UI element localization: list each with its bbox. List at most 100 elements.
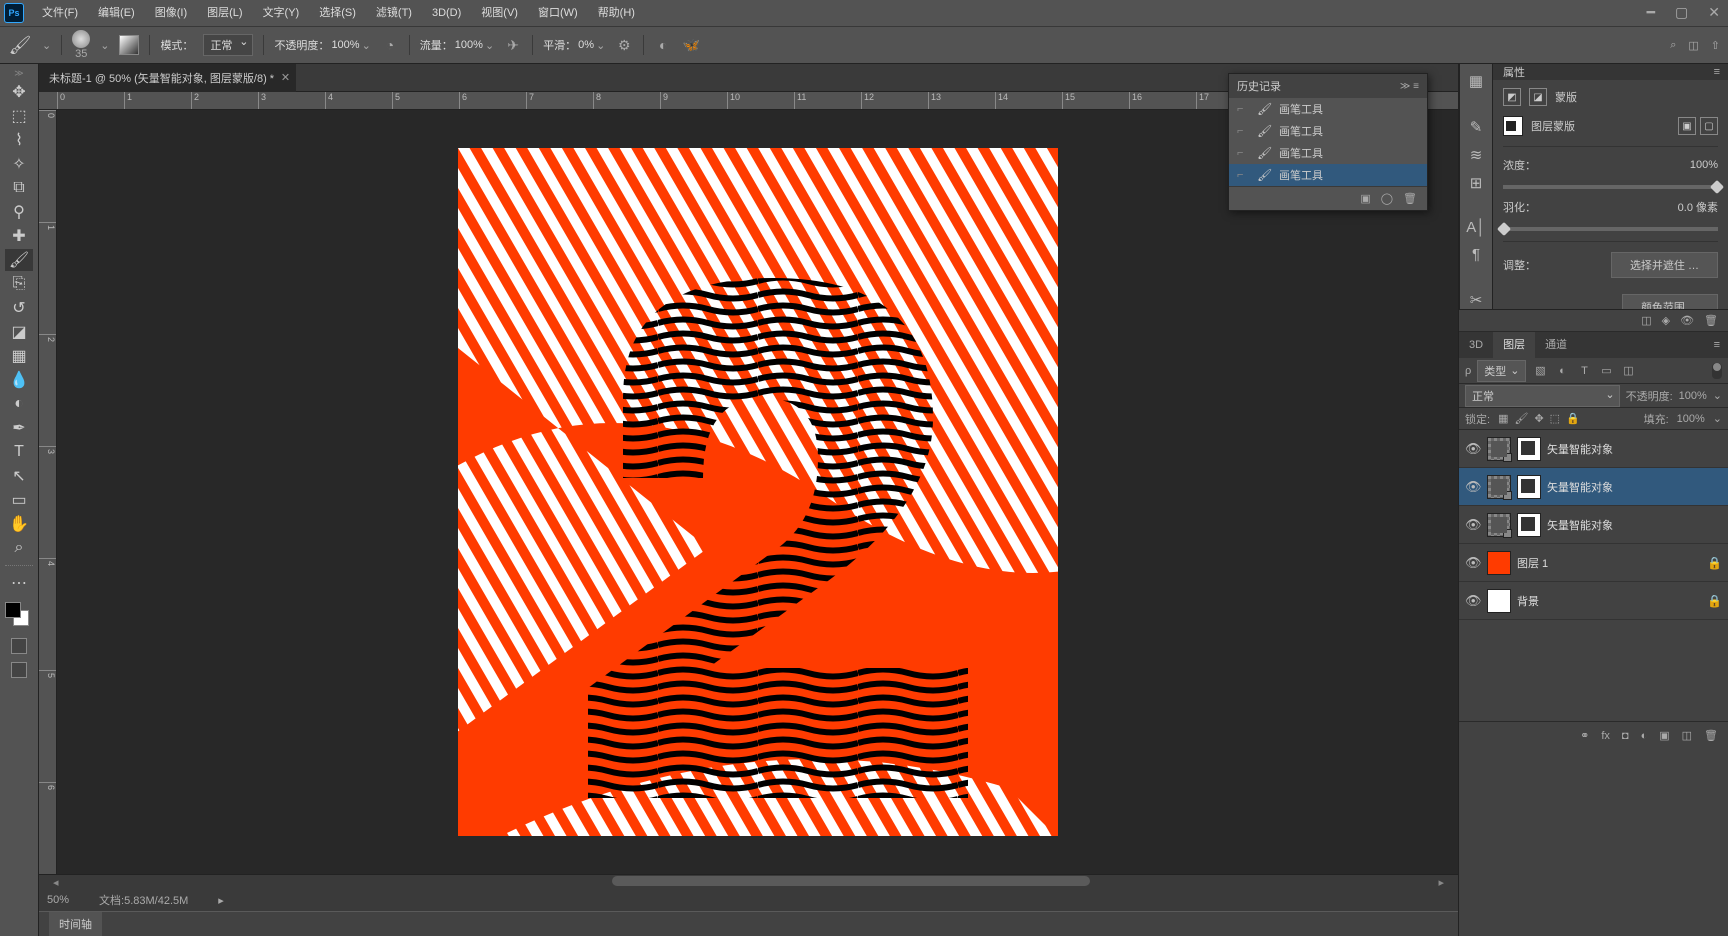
magic-wand-tool[interactable]: ✧ bbox=[5, 153, 33, 175]
dodge-tool[interactable]: ◐ bbox=[5, 393, 33, 415]
pixel-mask-icon[interactable]: ◩ bbox=[1503, 88, 1521, 106]
add-mask-icon[interactable]: ◘ bbox=[1622, 730, 1629, 742]
zoom-tool[interactable]: ⌕ bbox=[5, 537, 33, 559]
layer-name[interactable]: 矢量智能对象 bbox=[1547, 479, 1613, 495]
search-icon[interactable]: ⌕ bbox=[1670, 39, 1676, 52]
menu-item[interactable]: 图层(L) bbox=[197, 0, 252, 26]
layer-thumbnail[interactable] bbox=[1487, 589, 1511, 613]
screenmode-button[interactable] bbox=[11, 662, 27, 678]
healing-brush-tool[interactable]: ✚ bbox=[5, 225, 33, 247]
edit-toolbar-icon[interactable]: ⋯ bbox=[5, 572, 33, 594]
menu-item[interactable]: 文字(Y) bbox=[253, 0, 310, 26]
zoom-level[interactable]: 50% bbox=[47, 894, 69, 906]
select-and-mask-button[interactable]: 选择并遮住 … bbox=[1611, 252, 1718, 278]
layer-thumbnail[interactable] bbox=[1487, 437, 1511, 461]
feather-value[interactable]: 0.0 像素 bbox=[1678, 199, 1718, 215]
maximize-button[interactable]: ▢ bbox=[1675, 4, 1688, 21]
chevron-down-icon[interactable]: ⌄ bbox=[100, 39, 109, 52]
mask-thumbnail[interactable] bbox=[1503, 116, 1523, 136]
panel-menu-icon[interactable]: ≡ bbox=[1706, 339, 1728, 351]
brush-settings-panel-icon[interactable]: ≋ bbox=[1465, 146, 1487, 164]
path-selection-tool[interactable]: ↖ bbox=[5, 465, 33, 487]
collapse-panel-icon[interactable]: ≫ ≡ bbox=[1400, 81, 1419, 92]
close-button[interactable]: ✕ bbox=[1708, 4, 1720, 21]
layer-row[interactable]: 👁图层 1🔒 bbox=[1459, 544, 1728, 582]
visibility-toggle[interactable]: 👁 bbox=[1465, 441, 1481, 457]
share-icon[interactable]: ⇧ bbox=[1711, 39, 1720, 52]
filter-type-icon[interactable]: T bbox=[1576, 363, 1592, 379]
filter-type-select[interactable]: 类型⌄ bbox=[1477, 360, 1526, 382]
horizontal-scrollbar[interactable]: ◂ ▸ bbox=[39, 874, 1458, 889]
layer-thumbnail[interactable] bbox=[1487, 551, 1511, 575]
frame-icon[interactable]: ◫ bbox=[1688, 39, 1698, 52]
gradient-tool[interactable]: ▦ bbox=[5, 345, 33, 367]
layer-row[interactable]: 👁背景🔒 bbox=[1459, 582, 1728, 620]
lock-artboard-icon[interactable]: ⬚ bbox=[1550, 412, 1560, 425]
filter-smart-icon[interactable]: ◫ bbox=[1620, 363, 1636, 379]
layer-row[interactable]: 👁 矢量智能对象 bbox=[1459, 430, 1728, 468]
layer-name[interactable]: 矢量智能对象 bbox=[1547, 441, 1613, 457]
crop-tool[interactable]: ⧉ bbox=[5, 177, 33, 199]
layer-mask-thumbnail[interactable] bbox=[1517, 513, 1541, 537]
hand-tool[interactable]: ✋ bbox=[5, 513, 33, 535]
brush-tool[interactable]: 🖌 bbox=[5, 249, 33, 271]
filter-toggle[interactable] bbox=[1712, 363, 1722, 379]
trash-icon[interactable]: 🗑 bbox=[1704, 314, 1718, 327]
history-item[interactable]: ⌐🖌画笔工具 bbox=[1229, 164, 1427, 186]
fx-icon[interactable]: fx bbox=[1601, 730, 1610, 742]
chevron-down-icon[interactable]: ⌄ bbox=[362, 39, 371, 52]
chevron-down-icon[interactable]: ⌄ bbox=[42, 39, 51, 52]
gear-icon[interactable]: ⚙ bbox=[615, 36, 633, 54]
feather-slider[interactable] bbox=[1503, 227, 1718, 231]
swatches-panel-icon[interactable]: ⊞ bbox=[1465, 174, 1487, 192]
menu-item[interactable]: 文件(F) bbox=[32, 0, 88, 26]
tool-preset-icon[interactable]: 🖌 bbox=[8, 33, 32, 57]
close-tab-icon[interactable]: ✕ bbox=[281, 71, 290, 84]
filter-image-icon[interactable]: ▧ bbox=[1532, 363, 1548, 379]
lock-all-icon[interactable]: 🔒 bbox=[1566, 412, 1580, 425]
character-panel-icon[interactable]: A│ bbox=[1465, 219, 1487, 236]
link-layers-icon[interactable]: ⚭ bbox=[1580, 729, 1589, 742]
history-item[interactable]: ⌐🖌画笔工具 bbox=[1229, 120, 1427, 142]
clone-stamp-tool[interactable]: ⎘ bbox=[5, 273, 33, 295]
visibility-toggle[interactable]: 👁 bbox=[1465, 555, 1481, 571]
chevron-down-icon[interactable]: ⌄ bbox=[596, 39, 605, 52]
minimize-button[interactable]: ━ bbox=[1647, 4, 1655, 21]
layer-mask-thumbnail[interactable] bbox=[1517, 437, 1541, 461]
lock-position-icon[interactable]: ✥ bbox=[1534, 412, 1543, 425]
menu-item[interactable]: 3D(D) bbox=[422, 0, 471, 26]
fill-value[interactable]: 100% bbox=[1677, 413, 1705, 425]
pen-tool[interactable]: ✒ bbox=[5, 417, 33, 439]
menu-item[interactable]: 帮助(H) bbox=[588, 0, 645, 26]
layer-mask-thumbnail[interactable] bbox=[1517, 475, 1541, 499]
lock-image-icon[interactable]: 🖌 bbox=[1514, 412, 1528, 425]
delete-layer-icon[interactable]: 🗑 bbox=[1704, 729, 1718, 742]
canvas[interactable] bbox=[57, 110, 1458, 874]
color-swatches[interactable] bbox=[5, 602, 33, 630]
layer-thumbnail[interactable] bbox=[1487, 475, 1511, 499]
rectangle-tool[interactable]: ▭ bbox=[5, 489, 33, 511]
history-item[interactable]: ⌐🖌画笔工具 bbox=[1229, 98, 1427, 120]
opacity-value[interactable]: 100% bbox=[331, 39, 359, 51]
visibility-toggle[interactable]: 👁 bbox=[1465, 593, 1481, 609]
new-adjustment-icon[interactable]: ◐ bbox=[1641, 730, 1648, 742]
menu-item[interactable]: 编辑(E) bbox=[88, 0, 145, 26]
filter-adjust-icon[interactable]: ◐ bbox=[1554, 363, 1570, 379]
density-value[interactable]: 100% bbox=[1690, 159, 1718, 171]
blend-mode-select[interactable]: 正常 bbox=[203, 34, 253, 56]
quickmask-button[interactable] bbox=[11, 638, 27, 654]
add-mask-icon[interactable]: ▣ bbox=[1678, 117, 1696, 135]
brushes-panel-icon[interactable]: ✎ bbox=[1465, 118, 1487, 136]
brush-panel-icon[interactable] bbox=[119, 35, 139, 55]
lock-transparent-icon[interactable]: ▦ bbox=[1498, 412, 1508, 425]
menu-item[interactable]: 滤镜(T) bbox=[366, 0, 422, 26]
tab-layers[interactable]: 图层 bbox=[1493, 332, 1535, 358]
fx-visibility-icon[interactable]: ◫ bbox=[1641, 314, 1651, 327]
filter-shape-icon[interactable]: ▭ bbox=[1598, 363, 1614, 379]
layer-name[interactable]: 背景 bbox=[1517, 593, 1539, 609]
snapshot-icon[interactable]: ◯ bbox=[1381, 192, 1393, 205]
eraser-tool[interactable]: ◪ bbox=[5, 321, 33, 343]
color-panel-icon[interactable]: ▦ bbox=[1465, 72, 1487, 90]
pressure-size-icon[interactable]: ◐ bbox=[654, 36, 672, 54]
density-slider[interactable] bbox=[1503, 185, 1718, 189]
